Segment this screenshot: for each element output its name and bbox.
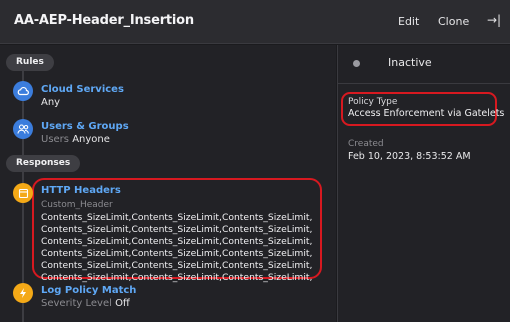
log-policy-title[interactable]: Log Policy Match — [41, 285, 136, 296]
policy-type-value: Access Enforcement via Gatelets — [348, 108, 505, 119]
details-panel: Inactive Policy Type Access Enforcement … — [337, 45, 510, 322]
policy-header: AA-AEP-Header_Insertion Edit Clone →| — [0, 0, 510, 44]
collapse-panel-icon[interactable]: →| — [487, 13, 501, 27]
page-title: AA-AEP-Header_Insertion — [14, 13, 194, 28]
cloud-icon — [13, 81, 33, 101]
http-headers-icon — [13, 183, 33, 203]
status-dot-icon — [353, 60, 360, 67]
log-policy-value: Severity Level Off — [41, 298, 130, 309]
users-groups-icon — [13, 119, 33, 139]
users-value: Anyone — [72, 134, 110, 145]
severity-prefix: Severity Level — [41, 298, 112, 309]
status-text: Inactive — [388, 56, 432, 69]
header-contents: Contents_SizeLimit,Contents_SizeLimit,Co… — [41, 212, 313, 283]
created-value: Feb 10, 2023, 8:53:52 AM — [348, 151, 471, 162]
clone-button[interactable]: Clone — [438, 15, 469, 28]
policy-type-label: Policy Type — [348, 97, 398, 107]
details-divider — [338, 83, 510, 84]
severity-value: Off — [115, 298, 130, 309]
responses-section-label: Responses — [6, 155, 81, 172]
created-label: Created — [348, 139, 384, 149]
users-prefix: Users — [41, 134, 70, 145]
rules-panel: Rules Cloud Services Any Users & Groups … — [0, 45, 336, 322]
custom-header-label: Custom_Header — [41, 200, 113, 210]
users-groups-value: Users Anyone — [41, 134, 110, 145]
cloud-services-value: Any — [41, 97, 61, 108]
cloud-services-title[interactable]: Cloud Services — [41, 84, 124, 95]
rules-section-label: Rules — [6, 54, 54, 71]
users-groups-title[interactable]: Users & Groups — [41, 121, 129, 132]
edit-button[interactable]: Edit — [398, 15, 419, 28]
http-headers-title[interactable]: HTTP Headers — [41, 185, 121, 196]
log-policy-icon — [13, 283, 33, 303]
